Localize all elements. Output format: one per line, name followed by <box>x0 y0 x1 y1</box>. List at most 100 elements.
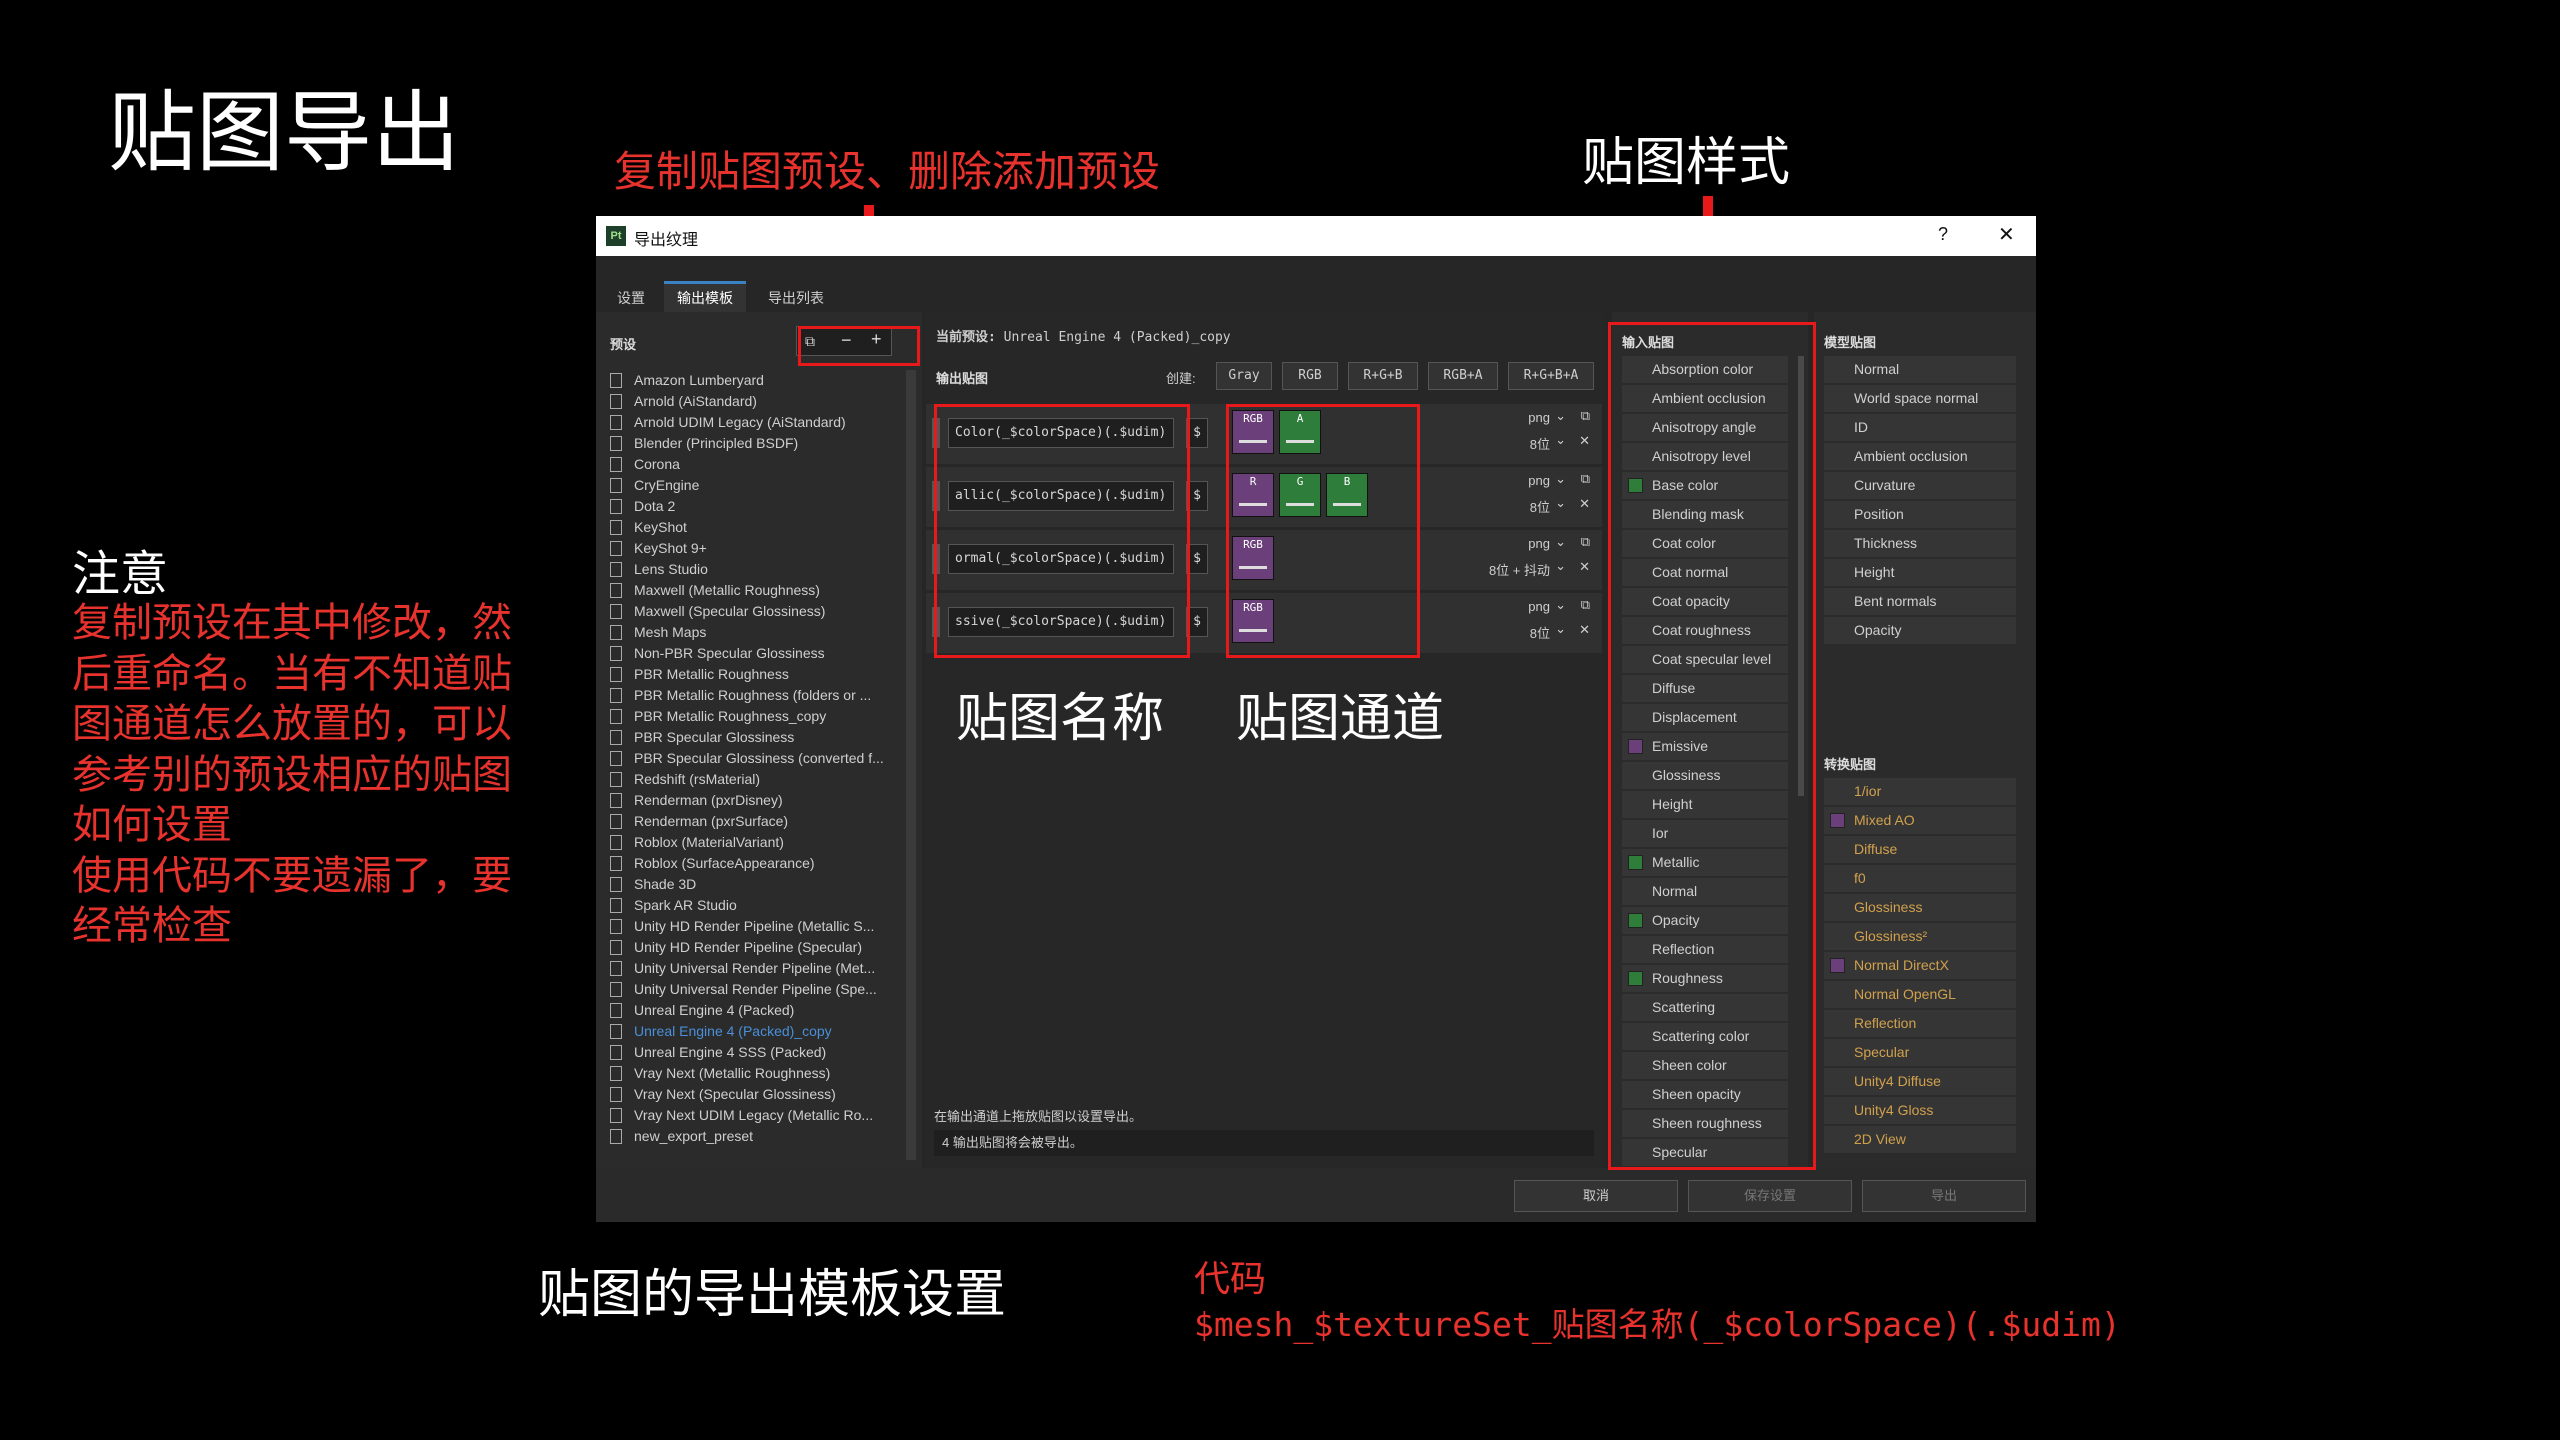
file-format-select[interactable]: png <box>1528 599 1550 614</box>
preset-item[interactable]: Unreal Engine 4 SSS (Packed) <box>610 1042 826 1063</box>
preset-item[interactable]: Arnold (AiStandard) <box>610 391 757 412</box>
preset-item[interactable]: Maxwell (Specular Glossiness) <box>610 601 825 622</box>
chevron-down-icon[interactable]: ⌄ <box>1555 558 1566 574</box>
bit-depth-select[interactable]: 8位 + 抖动 <box>1489 560 1550 579</box>
preset-item[interactable]: Roblox (MaterialVariant) <box>610 832 784 853</box>
create-r-g-b-a-button[interactable]: R+G+B+A <box>1508 362 1594 390</box>
map-list-item[interactable]: Normal DirectX <box>1824 952 2016 979</box>
copy-icon[interactable]: ⧉ <box>1581 597 1590 613</box>
map-list-item[interactable]: Normal <box>1824 356 2016 383</box>
map-list-item[interactable]: Thickness <box>1824 530 2016 557</box>
preset-item[interactable]: Redshift (rsMaterial) <box>610 769 760 790</box>
file-format-select[interactable]: png <box>1528 410 1550 425</box>
preset-item[interactable]: Unreal Engine 4 (Packed)_copy <box>610 1021 832 1042</box>
save-settings-button[interactable]: 保存设置 <box>1688 1180 1852 1212</box>
bit-depth-select[interactable]: 8位 <box>1530 497 1550 516</box>
chevron-down-icon[interactable]: ⌄ <box>1555 534 1566 550</box>
create-r-g-b-button[interactable]: R+G+B <box>1348 362 1418 390</box>
tab-export-list[interactable]: 导出列表 <box>756 284 836 312</box>
map-list-item[interactable]: Glossiness <box>1824 894 2016 921</box>
close-button[interactable]: ✕ <box>1998 222 2015 247</box>
map-list-item[interactable]: Reflection <box>1824 1010 2016 1037</box>
chevron-down-icon[interactable]: ⌄ <box>1555 471 1566 487</box>
preset-item[interactable]: PBR Metallic Roughness_copy <box>610 706 826 727</box>
preset-label: Unreal Engine 4 (Packed)_copy <box>634 1023 832 1039</box>
preset-item[interactable]: KeyShot 9+ <box>610 538 707 559</box>
preset-item[interactable]: Vray Next (Metallic Roughness) <box>610 1063 830 1084</box>
map-label: Diffuse <box>1854 841 1898 857</box>
map-list-item[interactable]: f0 <box>1824 865 2016 892</box>
preset-item[interactable]: Unity HD Render Pipeline (Metallic S... <box>610 916 874 937</box>
chevron-down-icon[interactable]: ⌄ <box>1555 495 1566 511</box>
map-list-item[interactable]: Unity4 Diffuse <box>1824 1068 2016 1095</box>
preset-item[interactable]: PBR Specular Glossiness (converted f... <box>610 748 884 769</box>
create-rgb-button[interactable]: RGB <box>1282 362 1338 390</box>
preset-item[interactable]: Spark AR Studio <box>610 895 737 916</box>
preset-item[interactable]: Non-PBR Specular Glossiness <box>610 643 825 664</box>
tab-settings[interactable]: 设置 <box>610 284 652 312</box>
preset-item[interactable]: Amazon Lumberyard <box>610 370 764 391</box>
create-gray-button[interactable]: Gray <box>1216 362 1272 390</box>
map-list-item[interactable]: Height <box>1824 559 2016 586</box>
map-list-item[interactable]: Specular <box>1824 1039 2016 1066</box>
preset-item[interactable]: Mesh Maps <box>610 622 706 643</box>
file-format-select[interactable]: png <box>1528 473 1550 488</box>
close-icon[interactable]: ✕ <box>1579 622 1590 638</box>
chevron-down-icon[interactable]: ⌄ <box>1555 621 1566 637</box>
preset-item[interactable]: PBR Specular Glossiness <box>610 727 794 748</box>
help-button[interactable]: ? <box>1938 224 1948 245</box>
preset-item[interactable]: Arnold UDIM Legacy (AiStandard) <box>610 412 846 433</box>
map-list-item[interactable]: Normal OpenGL <box>1824 981 2016 1008</box>
preset-item[interactable]: Lens Studio <box>610 559 708 580</box>
create-rgb-a-button[interactable]: RGB+A <box>1428 362 1498 390</box>
preset-scrollbar[interactable] <box>906 370 916 1160</box>
preset-item[interactable]: PBR Metallic Roughness (folders or ... <box>610 685 871 706</box>
preset-item[interactable]: Unreal Engine 4 (Packed) <box>610 1000 794 1021</box>
preset-item[interactable]: Corona <box>610 454 680 475</box>
preset-item[interactable]: Vray Next UDIM Legacy (Metallic Ro... <box>610 1105 873 1126</box>
preset-item[interactable]: Vray Next (Specular Glossiness) <box>610 1084 836 1105</box>
chevron-down-icon[interactable]: ⌄ <box>1555 408 1566 424</box>
bit-depth-select[interactable]: 8位 <box>1530 434 1550 453</box>
preset-item[interactable]: new_export_preset <box>610 1126 753 1147</box>
preset-item[interactable]: Shade 3D <box>610 874 696 895</box>
tab-output-template[interactable]: 输出模板 <box>664 281 746 312</box>
preset-item[interactable]: CryEngine <box>610 475 699 496</box>
preset-item[interactable]: PBR Metallic Roughness <box>610 664 789 685</box>
export-button[interactable]: 导出 <box>1862 1180 2026 1212</box>
map-list-item[interactable]: Mixed AO <box>1824 807 2016 834</box>
file-format-select[interactable]: png <box>1528 536 1550 551</box>
copy-icon[interactable]: ⧉ <box>1581 534 1590 550</box>
map-list-item[interactable]: Glossiness² <box>1824 923 2016 950</box>
map-list-item[interactable]: 2D View <box>1824 1126 2016 1153</box>
map-list-item[interactable]: Curvature <box>1824 472 2016 499</box>
preset-item[interactable]: Unity HD Render Pipeline (Specular) <box>610 937 862 958</box>
preset-item[interactable]: Renderman (pxrDisney) <box>610 790 783 811</box>
preset-item[interactable]: Renderman (pxrSurface) <box>610 811 788 832</box>
close-icon[interactable]: ✕ <box>1579 433 1590 449</box>
copy-icon[interactable]: ⧉ <box>1581 471 1590 487</box>
preset-item[interactable]: Dota 2 <box>610 496 675 517</box>
preset-item[interactable]: Unity Universal Render Pipeline (Spe... <box>610 979 877 1000</box>
chevron-down-icon[interactable]: ⌄ <box>1555 597 1566 613</box>
map-list-item[interactable]: Bent normals <box>1824 588 2016 615</box>
preset-item[interactable]: KeyShot <box>610 517 687 538</box>
cancel-button[interactable]: 取消 <box>1514 1180 1678 1212</box>
map-list-item[interactable]: World space normal <box>1824 385 2016 412</box>
map-list-item[interactable]: ID <box>1824 414 2016 441</box>
close-icon[interactable]: ✕ <box>1579 496 1590 512</box>
bit-depth-select[interactable]: 8位 <box>1530 623 1550 642</box>
map-list-item[interactable]: Diffuse <box>1824 836 2016 863</box>
map-list-item[interactable]: Position <box>1824 501 2016 528</box>
chevron-down-icon[interactable]: ⌄ <box>1555 432 1566 448</box>
close-icon[interactable]: ✕ <box>1579 559 1590 575</box>
preset-item[interactable]: Blender (Principled BSDF) <box>610 433 798 454</box>
map-list-item[interactable]: Unity4 Gloss <box>1824 1097 2016 1124</box>
preset-item[interactable]: Unity Universal Render Pipeline (Met... <box>610 958 875 979</box>
map-list-item[interactable]: Opacity <box>1824 617 2016 644</box>
copy-icon[interactable]: ⧉ <box>1581 408 1590 424</box>
preset-item[interactable]: Roblox (SurfaceAppearance) <box>610 853 815 874</box>
map-list-item[interactable]: 1/ior <box>1824 778 2016 805</box>
preset-item[interactable]: Maxwell (Metallic Roughness) <box>610 580 820 601</box>
map-list-item[interactable]: Ambient occlusion <box>1824 443 2016 470</box>
